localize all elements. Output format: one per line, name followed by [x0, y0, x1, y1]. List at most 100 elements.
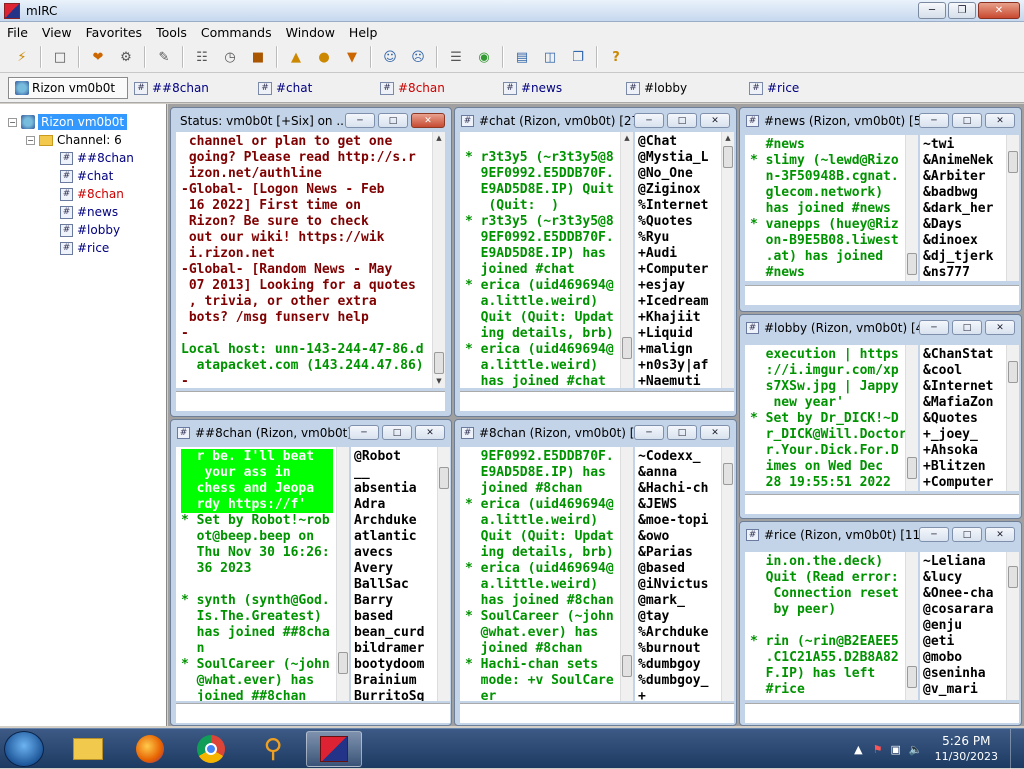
menu-help[interactable]: Help: [342, 25, 385, 40]
nick-item[interactable]: +malign: [638, 342, 719, 358]
nick-item[interactable]: %Quotes: [638, 214, 719, 230]
message-input[interactable]: [176, 391, 445, 411]
tree-channel-news[interactable]: # #news: [60, 203, 118, 221]
nick-item[interactable]: @based: [638, 561, 719, 577]
nick-item[interactable]: @Robot: [354, 449, 435, 465]
message-input[interactable]: [745, 285, 1019, 305]
nick-item[interactable]: +Naemuti: [638, 374, 719, 388]
hash8chan-window[interactable]: # ##8chan (Rizon, vm0b0t) ... ─ □ ✕ r be…: [170, 419, 452, 726]
nicklist[interactable]: &ChanStat &cool &Internet &MafiaZon &Quotes +…: [920, 345, 1006, 491]
nick-item[interactable]: @Chat: [638, 134, 719, 150]
window-minimize-button[interactable]: ─: [919, 113, 949, 128]
scroll-thumb[interactable]: [439, 467, 449, 489]
chan8-window[interactable]: # #8chan (Rizon, vm0b0t) [... ─ □ ✕ 9EF0…: [454, 419, 737, 726]
scroll-thumb[interactable]: [1008, 151, 1018, 173]
channels-folder-icon[interactable]: ☰: [445, 46, 467, 68]
menu-view[interactable]: View: [35, 25, 79, 40]
nick-item[interactable]: &Quotes: [923, 411, 1004, 427]
nicklist-scrollbar[interactable]: [721, 447, 734, 701]
switch-tab-lobby[interactable]: # #lobby: [626, 77, 687, 99]
scroll-thumb[interactable]: [1008, 361, 1018, 383]
chat-log[interactable]: execution | https ://i.imgur.com/xp s7XS…: [745, 345, 905, 491]
nick-item[interactable]: __: [354, 465, 435, 481]
nick-item[interactable]: @cosarara: [923, 602, 1004, 618]
nick-item[interactable]: +Liquid: [638, 326, 719, 342]
nick-item[interactable]: &badbwg: [923, 185, 1004, 201]
clock[interactable]: 5:26 PM 11/30/2023: [935, 734, 998, 764]
scroll-thumb[interactable]: [622, 655, 632, 677]
tree-channel-hash8chan[interactable]: # ##8chan: [60, 149, 134, 167]
nick-item[interactable]: +Khajiit: [638, 310, 719, 326]
nick-item[interactable]: +Computer: [638, 262, 719, 278]
nick-item[interactable]: Archduke: [354, 513, 435, 529]
chat-window[interactable]: # #chat (Rizon, vm0b0t) [27... ─ □ ✕ * r…: [454, 107, 737, 417]
nick-item[interactable]: &ns777: [923, 265, 1004, 281]
nick-item[interactable]: +Blitzen: [923, 459, 1004, 475]
nick-item[interactable]: +Audi: [638, 246, 719, 262]
nick-item[interactable]: BurritoSq: [354, 689, 435, 701]
nick-item[interactable]: @seninha: [923, 666, 1004, 682]
nick-item[interactable]: ~Codexx_: [638, 449, 719, 465]
status-window[interactable]: Status: vm0b0t [+Six] on ... ─ □ ✕ chann…: [170, 107, 452, 417]
window-minimize-button[interactable]: ─: [919, 527, 949, 542]
nick-item[interactable]: @No_One: [638, 166, 719, 182]
tree-folder-node[interactable]: − Channel: 6: [26, 131, 122, 149]
nick-item[interactable]: &moe-topi: [638, 513, 719, 529]
scroll-down-icon[interactable]: ▼: [433, 375, 445, 388]
nicklist-scrollbar[interactable]: [1006, 135, 1019, 281]
nick-item[interactable]: @mark_: [638, 593, 719, 609]
window-close-button[interactable]: ✕: [985, 113, 1015, 128]
scroll-up-icon[interactable]: ▲: [722, 132, 734, 145]
nick-item[interactable]: @enju: [923, 618, 1004, 634]
tree-channel-chat[interactable]: # #chat: [60, 167, 113, 185]
nick-item[interactable]: %dumbgoy_: [638, 673, 719, 689]
nick-item[interactable]: +Icedream: [638, 294, 719, 310]
chat-log[interactable]: 9EF0992.E5DDB70F. E9AD5D8E.IP) has joine…: [460, 447, 620, 701]
nick-item[interactable]: +_joey_: [923, 427, 1004, 443]
dcc-get-icon[interactable]: ▼: [341, 46, 363, 68]
chat-log[interactable]: channel or plan to get one going? Please…: [176, 132, 432, 388]
menu-favorites[interactable]: Favorites: [79, 25, 149, 40]
window-maximize-button[interactable]: □: [952, 320, 982, 335]
nick-item[interactable]: ~Leliana: [923, 554, 1004, 570]
nick-item[interactable]: @mobo: [923, 650, 1004, 666]
lobby-window[interactable]: # #lobby (Rizon, vm0b0t) [4... ─ □ ✕ exe…: [739, 314, 1022, 519]
nick-item[interactable]: %Internet: [638, 198, 719, 214]
nick-item[interactable]: +Ahsoka: [923, 443, 1004, 459]
switch-tab-rice[interactable]: # #rice: [749, 77, 799, 99]
nick-item[interactable]: +esjay: [638, 278, 719, 294]
window-close-button[interactable]: ✕: [415, 425, 445, 440]
dcc-send-icon[interactable]: ▲: [285, 46, 307, 68]
scroll-thumb[interactable]: [622, 337, 632, 359]
scroll-thumb[interactable]: [434, 352, 444, 374]
options-icon[interactable]: ⚙: [115, 46, 137, 68]
window-minimize-button[interactable]: ─: [634, 113, 664, 128]
nick-item[interactable]: Brainium: [354, 673, 435, 689]
nick-item[interactable]: &Hachi-ch: [638, 481, 719, 497]
nick-item[interactable]: &Arbiter: [923, 169, 1004, 185]
scroll-thumb[interactable]: [907, 666, 917, 688]
nick-item[interactable]: avecs: [354, 545, 435, 561]
nick-item[interactable]: Adra: [354, 497, 435, 513]
nick-item[interactable]: absentia: [354, 481, 435, 497]
window-maximize-button[interactable]: □: [382, 425, 412, 440]
window-maximize-button[interactable]: □: [952, 527, 982, 542]
mirc-taskbar-icon[interactable]: [306, 731, 362, 767]
flag-icon[interactable]: ⚑: [873, 743, 883, 756]
message-input[interactable]: [460, 703, 734, 723]
nick-item[interactable]: &dj_tjerk: [923, 249, 1004, 265]
volume-icon[interactable]: 🔈: [909, 743, 923, 756]
window-maximize-button[interactable]: □: [378, 113, 408, 128]
switch-tab-status[interactable]: Rizon vm0b0t: [8, 77, 128, 99]
nick-item[interactable]: bildramer: [354, 641, 435, 657]
nick-item[interactable]: @iNvictus: [638, 577, 719, 593]
nicklist[interactable]: ~Leliana &lucy &Onee-cha @cosarara @enju @eti…: [920, 552, 1006, 700]
search-taskbar-icon[interactable]: ⚲: [245, 731, 301, 767]
window-close-button[interactable]: ✕: [985, 527, 1015, 542]
nick-item[interactable]: Avery: [354, 561, 435, 577]
scripts-editor-icon[interactable]: ✎: [153, 46, 175, 68]
nick-item[interactable]: @Ziginox: [638, 182, 719, 198]
news-window[interactable]: # #news (Rizon, vm0b0t) [5... ─ □ ✕ #new…: [739, 107, 1022, 312]
nick-item[interactable]: @eti: [923, 634, 1004, 650]
nick-item[interactable]: &dinoex: [923, 233, 1004, 249]
